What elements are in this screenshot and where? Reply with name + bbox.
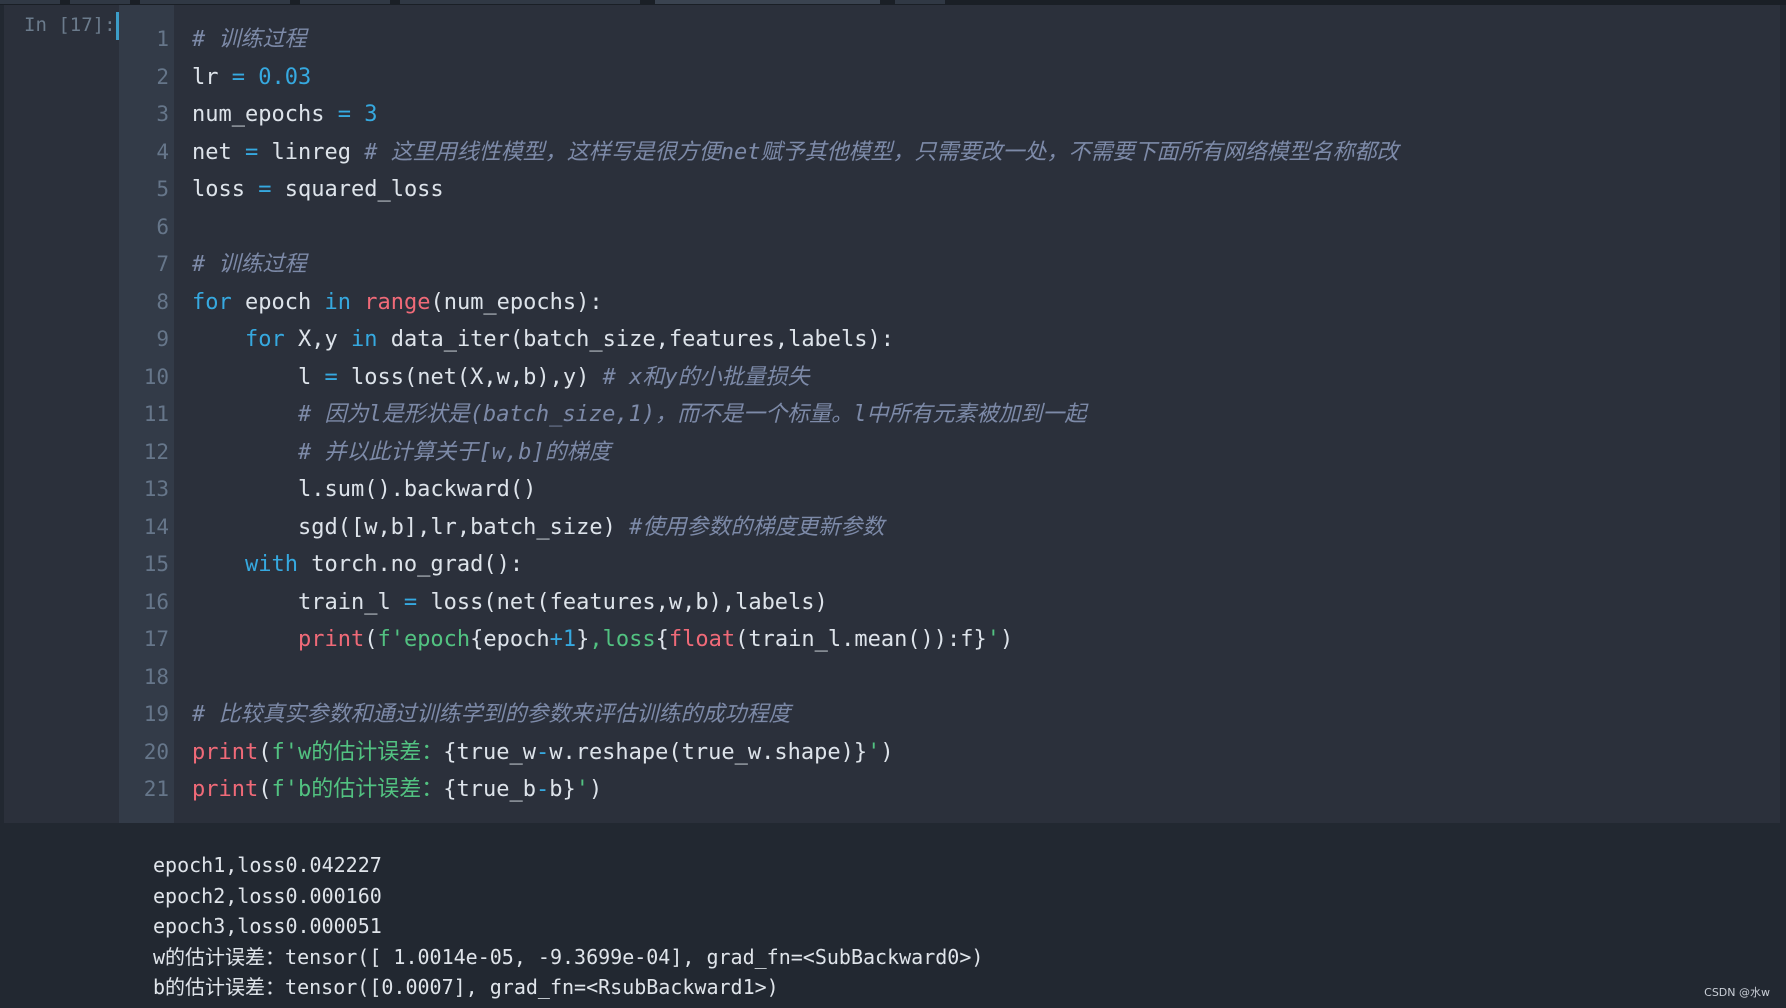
line-number: 11: [143, 402, 169, 426]
line-number: 2: [156, 64, 169, 89]
cell-prompt: In [17]:: [24, 14, 116, 36]
line-number: 1: [156, 27, 169, 51]
line-number: 19: [143, 702, 169, 726]
line-number: 18: [143, 664, 169, 689]
output-line: epoch1,loss0.042227: [153, 853, 382, 877]
line-number: 4: [156, 139, 169, 164]
code-line-7[interactable]: # 训练过程: [192, 246, 1398, 284]
line-number: 9: [156, 327, 169, 351]
line-number: 12: [143, 439, 169, 464]
line-number: 21: [143, 777, 169, 801]
code-line-16[interactable]: train_l = loss(net(features,w,b),labels): [192, 584, 1398, 622]
code-line-3[interactable]: num_epochs = 3: [192, 96, 1398, 134]
code-line-17[interactable]: print(f'epoch{epoch+1},loss{float(train_…: [192, 621, 1398, 659]
code-line-6[interactable]: [192, 209, 1398, 247]
code-line-11[interactable]: # 因为l是形状是(batch_size,1)，而不是一个标量。l中所有元素被加…: [192, 396, 1398, 434]
line-numbers: 1 2 3 4 5 6 7 8 9 10 11 12 13 14 15 16 1…: [119, 21, 169, 809]
code-editor[interactable]: # 训练过程 lr = 0.03 num_epochs = 3 net = li…: [192, 21, 1398, 809]
line-number: 6: [156, 214, 169, 239]
line-number: 7: [156, 252, 169, 276]
line-number: 14: [143, 514, 169, 539]
output-line: epoch3,loss0.000051: [153, 914, 382, 938]
code-line-9[interactable]: for X,y in data_iter(batch_size,features…: [192, 321, 1398, 359]
line-number: 10: [143, 364, 169, 389]
line-number: 13: [143, 477, 169, 501]
line-number: 16: [143, 589, 169, 614]
code-line-14[interactable]: sgd([w,b],lr,batch_size) #使用参数的梯度更新参数: [192, 509, 1398, 547]
line-number: 15: [143, 552, 169, 576]
line-number: 17: [143, 627, 169, 651]
cell-output: epoch1,loss0.042227 epoch2,loss0.000160 …: [153, 850, 983, 1003]
code-line-19[interactable]: # 比较真实参数和通过训练学到的参数来评估训练的成功程度: [192, 696, 1398, 734]
code-line-10[interactable]: l = loss(net(X,w,b),y) # x和y的小批量损失: [192, 359, 1398, 397]
code-line-1[interactable]: # 训练过程: [192, 21, 1398, 59]
code-line-4[interactable]: net = linreg # 这里用线性模型，这样写是很方便net赋予其他模型，…: [192, 134, 1398, 172]
line-number: 8: [156, 289, 169, 314]
line-number: 3: [156, 102, 169, 126]
code-line-20[interactable]: print(f'w的估计误差：{true_w-w.reshape(true_w.…: [192, 734, 1398, 772]
code-line-15[interactable]: with torch.no_grad():: [192, 546, 1398, 584]
output-line: epoch2,loss0.000160: [153, 883, 382, 908]
code-line-21[interactable]: print(f'b的估计误差：{true_b-b}'): [192, 771, 1398, 809]
code-line-13[interactable]: l.sum().backward(): [192, 471, 1398, 509]
code-line-5[interactable]: loss = squared_loss: [192, 171, 1398, 209]
watermark: CSDN @水w: [1704, 986, 1770, 999]
code-line-2[interactable]: lr = 0.03: [192, 59, 1398, 97]
code-line-12[interactable]: # 并以此计算关于[w,b]的梯度: [192, 434, 1398, 472]
line-number: 5: [156, 177, 169, 201]
code-line-18[interactable]: [192, 659, 1398, 697]
output-line: b的估计误差：tensor([0.0007], grad_fn=<RsubBac…: [153, 975, 779, 999]
line-number: 20: [143, 739, 169, 764]
code-line-8[interactable]: for epoch in range(num_epochs):: [192, 284, 1398, 322]
output-line: w的估计误差：tensor([ 1.0014e-05, -9.3699e-04]…: [153, 944, 984, 969]
